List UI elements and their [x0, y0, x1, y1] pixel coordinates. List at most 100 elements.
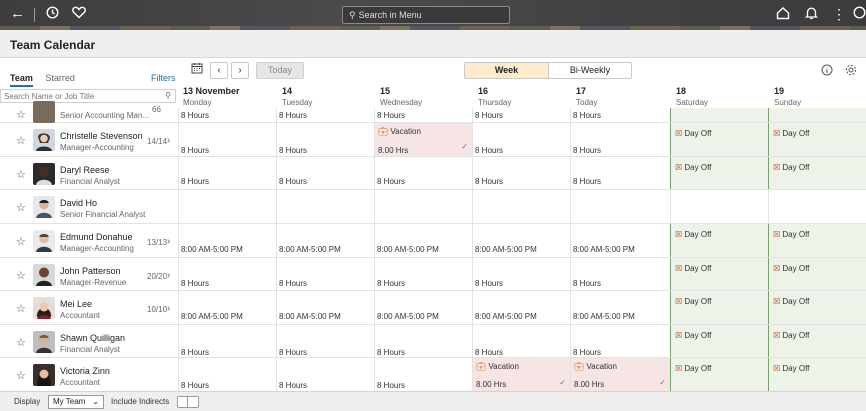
day-cell[interactable]: 8 Hours: [276, 157, 374, 189]
day-off-cell[interactable]: ☒ Day Off: [670, 123, 768, 156]
day-off-cell[interactable]: ☒ Day Off: [768, 291, 866, 324]
employee-cell[interactable]: ☆ John Patterson Manager-Revenue 20/20 ›: [0, 258, 178, 290]
day-cell[interactable]: [670, 108, 768, 122]
vacation-cell[interactable]: 💼︎ Vacation 8.00 Hrs ✓: [570, 358, 670, 391]
day-cell[interactable]: 8:00 AM-5:00 PM: [276, 224, 374, 257]
day-cell[interactable]: 8 Hours: [276, 123, 374, 156]
day-cell[interactable]: 8 Hours: [374, 358, 472, 391]
day-cell[interactable]: 8:00 AM-5:00 PM: [276, 291, 374, 324]
day-off-cell[interactable]: ☒ Day Off: [670, 325, 768, 357]
day-cell[interactable]: 8 Hours: [374, 258, 472, 290]
bell-icon[interactable]: [804, 6, 819, 24]
day-cell[interactable]: 8 Hours: [374, 157, 472, 189]
day-cell[interactable]: 8 Hours: [472, 123, 570, 156]
day-off-cell[interactable]: ☒ Day Off: [670, 157, 768, 189]
star-icon[interactable]: ☆: [16, 235, 26, 248]
day-off-cell[interactable]: ☒ Day Off: [768, 157, 866, 189]
day-cell[interactable]: 8 Hours: [276, 108, 374, 122]
day-cell[interactable]: 8:00 AM-5:00 PM: [472, 224, 570, 257]
day-off-cell[interactable]: ☒ Day Off: [768, 358, 866, 391]
star-icon[interactable]: ☆: [16, 108, 26, 121]
day-cell[interactable]: 8:00 AM-5:00 PM: [178, 291, 276, 324]
day-cell[interactable]: 8 Hours: [178, 325, 276, 357]
chevron-right-icon[interactable]: ›: [167, 135, 170, 146]
star-icon[interactable]: ☆: [16, 336, 26, 349]
day-cell[interactable]: 8 Hours: [570, 258, 670, 290]
day-cell[interactable]: [768, 190, 866, 223]
day-off-cell[interactable]: ☒ Day Off: [768, 258, 866, 290]
chevron-right-icon[interactable]: ›: [167, 236, 170, 247]
day-off-cell[interactable]: ☒ Day Off: [670, 291, 768, 324]
day-cell[interactable]: 8 Hours: [472, 258, 570, 290]
star-icon[interactable]: ☆: [16, 302, 26, 315]
day-cell[interactable]: [670, 190, 768, 223]
day-cell[interactable]: 8:00 AM-5:00 PM: [472, 291, 570, 324]
next-week-button[interactable]: ›: [231, 62, 249, 79]
compass-icon[interactable]: [853, 6, 866, 23]
day-off-cell[interactable]: ☒ Day Off: [768, 224, 866, 257]
day-off-cell[interactable]: ☒ Day Off: [670, 358, 768, 391]
day-cell[interactable]: 8 Hours: [570, 157, 670, 189]
day-cell[interactable]: [570, 190, 670, 223]
employee-cell[interactable]: ☆ David Ho Senior Financial Analyst: [0, 190, 178, 223]
menu-search-input[interactable]: ⚲ Search in Menu: [342, 6, 510, 24]
view-biweekly-button[interactable]: Bi-Weekly: [549, 63, 631, 78]
heart-icon[interactable]: [72, 6, 86, 23]
day-cell[interactable]: 8 Hours: [178, 157, 276, 189]
day-off-cell[interactable]: ☒ Day Off: [768, 123, 866, 156]
star-icon[interactable]: ☆: [16, 369, 26, 382]
day-cell[interactable]: 8 Hours: [276, 325, 374, 357]
tab-team[interactable]: Team: [10, 73, 33, 87]
day-cell[interactable]: [178, 190, 276, 223]
vacation-cell[interactable]: 💼︎ Vacation 8.00 Hrs ✓: [374, 123, 472, 156]
day-cell[interactable]: 8 Hours: [570, 108, 670, 122]
employee-cell[interactable]: ☆ Daryl Reese Financial Analyst: [0, 157, 178, 189]
day-cell[interactable]: 8 Hours: [374, 325, 472, 357]
day-cell[interactable]: 8 Hours: [276, 258, 374, 290]
include-indirects-toggle[interactable]: [177, 396, 199, 408]
previous-week-button[interactable]: ‹: [210, 62, 228, 79]
employee-cell[interactable]: ☆ Christelle Stevenson Manager-Accountin…: [0, 123, 178, 156]
day-cell[interactable]: 8:00 AM-5:00 PM: [374, 224, 472, 257]
day-cell[interactable]: 8 Hours: [276, 358, 374, 391]
view-week-button[interactable]: Week: [465, 63, 549, 78]
employee-cell[interactable]: ☆ Victoria Zinn Accountant: [0, 358, 178, 391]
star-icon[interactable]: ☆: [16, 269, 26, 282]
employee-cell[interactable]: ☆ Shawn Quilligan Financial Analyst: [0, 325, 178, 357]
chevron-right-icon[interactable]: ›: [167, 303, 170, 314]
display-select[interactable]: My Team ⌄: [48, 395, 104, 409]
day-cell[interactable]: 8 Hours: [570, 123, 670, 156]
kebab-icon[interactable]: ⋮: [832, 6, 846, 22]
tab-starred[interactable]: Starred: [45, 73, 75, 85]
clock-icon[interactable]: [46, 6, 59, 23]
star-icon[interactable]: ☆: [16, 134, 26, 147]
day-cell[interactable]: 8:00 AM-5:00 PM: [570, 291, 670, 324]
vacation-cell[interactable]: 💼︎ Vacation 8.00 Hrs ✓: [472, 358, 570, 391]
day-cell[interactable]: [472, 190, 570, 223]
day-cell[interactable]: 8 Hours: [178, 358, 276, 391]
employee-cell[interactable]: ☆ Mei Lee Accountant 10/10 ›: [0, 291, 178, 324]
day-cell[interactable]: 8:00 AM-5:00 PM: [178, 224, 276, 257]
day-cell[interactable]: 8:00 AM-5:00 PM: [374, 291, 472, 324]
day-off-cell[interactable]: ☒ Day Off: [670, 258, 768, 290]
filters-link[interactable]: Filters: [151, 73, 176, 83]
day-cell[interactable]: 8 Hours: [178, 258, 276, 290]
chevron-right-icon[interactable]: ›: [167, 270, 170, 281]
star-icon[interactable]: ☆: [16, 201, 26, 214]
day-off-cell[interactable]: ☒ Day Off: [768, 325, 866, 357]
arrow-left-icon[interactable]: ←: [10, 6, 25, 22]
day-cell[interactable]: 8 Hours: [472, 157, 570, 189]
day-off-cell[interactable]: ☒ Day Off: [670, 224, 768, 257]
day-cell[interactable]: 8 Hours: [472, 325, 570, 357]
day-cell[interactable]: 8 Hours: [178, 123, 276, 156]
gear-icon[interactable]: [844, 64, 858, 78]
day-cell[interactable]: 8 Hours: [472, 108, 570, 122]
day-cell[interactable]: 8 Hours: [178, 108, 276, 122]
day-cell[interactable]: 8 Hours: [374, 108, 472, 122]
day-cell[interactable]: [768, 108, 866, 122]
day-cell[interactable]: 8 Hours: [570, 325, 670, 357]
day-cell[interactable]: [374, 190, 472, 223]
today-button[interactable]: Today: [256, 62, 304, 79]
star-icon[interactable]: ☆: [16, 168, 26, 181]
day-cell[interactable]: [276, 190, 374, 223]
